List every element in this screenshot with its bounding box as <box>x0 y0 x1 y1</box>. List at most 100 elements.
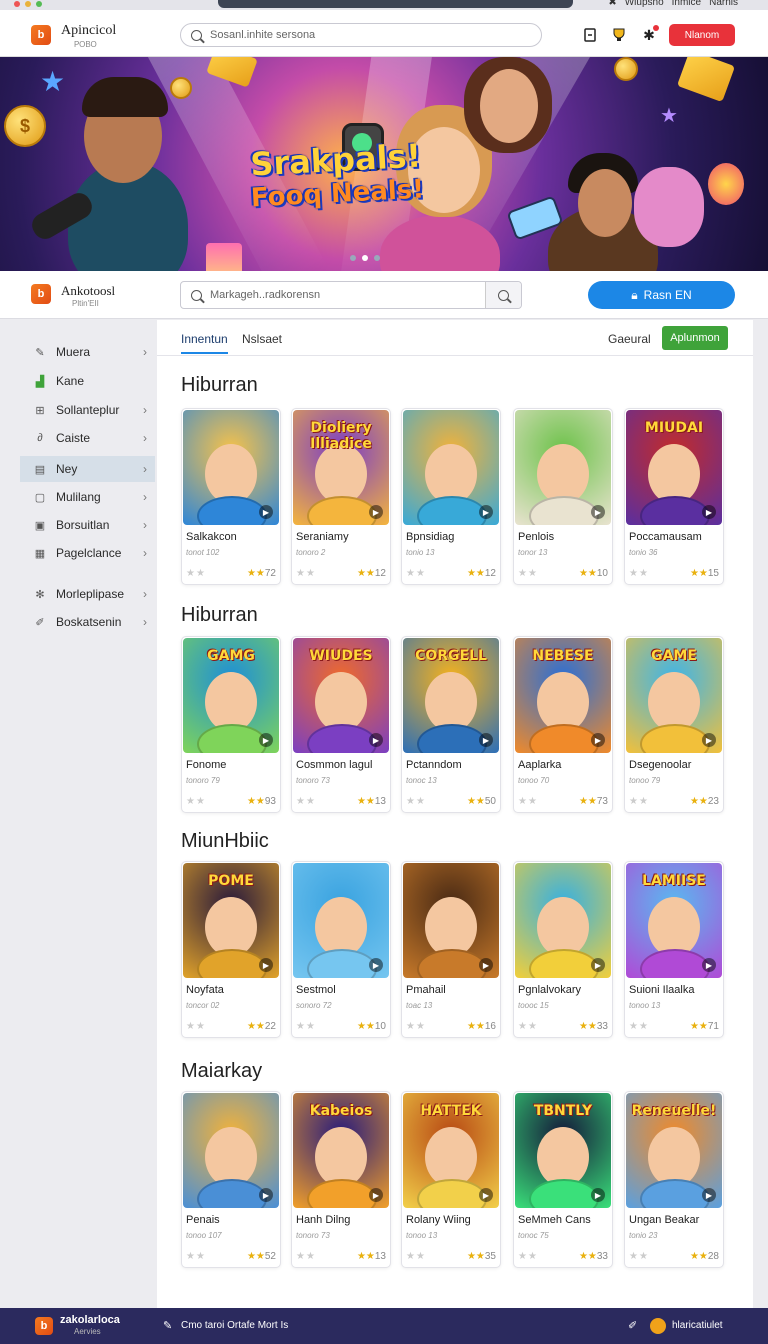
address-bar[interactable] <box>218 0 573 8</box>
tab-nslsaet[interactable]: Nslsaet <box>242 332 282 346</box>
game-thumbnail[interactable]: ▶ <box>515 410 611 525</box>
sidebar-item-pagelclance[interactable]: ▦ Pagelclance › <box>20 540 155 566</box>
play-icon[interactable]: ▶ <box>479 733 493 747</box>
brand-logo-icon[interactable]: b <box>35 1317 53 1335</box>
game-card[interactable]: WIUDES ▶ Cosmmon lagul tonoro 73 ★★ ★★13 <box>291 636 391 813</box>
search-button[interactable] <box>485 282 521 308</box>
general-filter[interactable]: Gaeural <box>608 332 651 346</box>
play-icon[interactable]: ▶ <box>479 1188 493 1202</box>
game-thumbnail[interactable]: NEBESE ▶ <box>515 638 611 753</box>
game-thumbnail[interactable]: ▶ <box>183 1093 279 1208</box>
footer-link[interactable]: Cmo taroi Ortafe Mort Is <box>181 1320 288 1331</box>
play-icon[interactable]: ▶ <box>369 1188 383 1202</box>
game-card[interactable]: CORGELL ▶ Pctanndom tonoc 13 ★★ ★★50 <box>401 636 501 813</box>
tray-close-icon[interactable]: ✖ <box>608 0 616 8</box>
brand-logo-icon[interactable]: b <box>31 25 51 45</box>
game-card[interactable]: Dioliery Illiadice ▶ Seraniamy tonoro 2 ★★ ★★… <box>291 408 391 585</box>
game-thumbnail[interactable]: Dioliery Illiadice ▶ <box>293 410 389 525</box>
game-card[interactable]: POME ▶ Noyfata toncor 02 ★★ ★★22 <box>181 861 281 1038</box>
play-icon[interactable]: ▶ <box>369 958 383 972</box>
sidebar-item-borsuitlan[interactable]: ▣ Borsuitlan › <box>20 512 155 538</box>
play-icon[interactable]: ▶ <box>591 958 605 972</box>
game-card[interactable]: MIUDAI ▶ Poccamausam tonio 36 ★★ ★★15 <box>624 408 724 585</box>
game-card[interactable]: NEBESE ▶ Aaplarka tonoo 70 ★★ ★★73 <box>513 636 613 813</box>
play-icon[interactable]: ▶ <box>702 958 716 972</box>
game-card[interactable]: ▶ Pgnlalvokary toooc 15 ★★ ★★33 <box>513 861 613 1038</box>
game-thumbnail[interactable]: GAMG ▶ <box>183 638 279 753</box>
play-icon[interactable]: ▶ <box>591 733 605 747</box>
game-thumbnail[interactable]: POME ▶ <box>183 863 279 978</box>
hero-banner[interactable]: $ ★ ★ Srakpals! Fooq Neals! <box>0 57 768 271</box>
game-thumbnail[interactable]: WIUDES ▶ <box>293 638 389 753</box>
sidebar-item-caiste[interactable]: ∂ Caiste › <box>20 425 155 451</box>
play-icon[interactable]: ▶ <box>591 505 605 519</box>
carousel-dots[interactable] <box>350 255 380 261</box>
game-card[interactable]: TBNTLY ▶ SeMmeh Cans tonoc 75 ★★ ★★33 <box>513 1091 613 1268</box>
game-thumbnail[interactable]: LAMIISE ▶ <box>626 863 722 978</box>
tray-item[interactable]: Narnis <box>709 0 738 8</box>
play-icon[interactable]: ▶ <box>591 1188 605 1202</box>
carousel-dot[interactable] <box>362 255 368 261</box>
game-thumbnail[interactable]: CORGELL ▶ <box>403 638 499 753</box>
tray-item[interactable]: Inmice <box>672 0 701 8</box>
tray-item[interactable]: Wiupsno <box>625 0 664 8</box>
sidebar-item-kane[interactable]: ▟ Kane <box>20 368 155 394</box>
game-thumbnail[interactable]: ▶ <box>515 863 611 978</box>
play-icon[interactable]: ▶ <box>369 733 383 747</box>
header-action-button[interactable]: Nlanom <box>669 24 735 46</box>
search-input[interactable]: Markageh..radkorensn <box>180 281 522 309</box>
play-icon[interactable]: ▶ <box>479 505 493 519</box>
edit-icon[interactable]: ✐ <box>628 1319 637 1332</box>
sidebar-item-mulilang[interactable]: ▢ Mulilang › <box>20 484 155 510</box>
game-card[interactable]: ▶ Sestmol sonoro 72 ★★ ★★10 <box>291 861 391 1038</box>
sidebar-item-boskatsenin[interactable]: ✐ Boskatsenin › <box>20 609 155 635</box>
game-card[interactable]: GAME ▶ Dsegenoolar tonoo 79 ★★ ★★23 <box>624 636 724 813</box>
game-card[interactable]: ▶ Penais tonoo 107 ★★ ★★52 <box>181 1091 281 1268</box>
game-card[interactable]: ▶ Pmahail toac 13 ★★ ★★16 <box>401 861 501 1038</box>
trophy-icon[interactable] <box>611 27 627 43</box>
chat-icon[interactable]: ✎ <box>163 1319 172 1332</box>
primary-action-button[interactable]: 🔒︎ Rasn EN <box>588 281 735 309</box>
game-card[interactable]: Reneuelle! ▶ Ungan Beakar tonio 23 ★★ ★★28 <box>624 1091 724 1268</box>
user-avatar[interactable] <box>650 1318 666 1334</box>
sidebar-item-ney[interactable]: ▤ Ney › <box>20 456 155 482</box>
game-thumbnail[interactable]: Kabeios ▶ <box>293 1093 389 1208</box>
game-thumbnail[interactable]: HATTEK ▶ <box>403 1093 499 1208</box>
game-thumbnail[interactable]: MIUDAI ▶ <box>626 410 722 525</box>
carousel-dot[interactable] <box>350 255 356 261</box>
tab-innentun[interactable]: Innentun <box>181 332 228 354</box>
play-icon[interactable]: ▶ <box>702 505 716 519</box>
play-icon[interactable]: ▶ <box>259 733 273 747</box>
game-card[interactable]: Kabeios ▶ Hanh Dilng tonoro 73 ★★ ★★13 <box>291 1091 391 1268</box>
game-thumbnail[interactable]: ▶ <box>403 410 499 525</box>
game-thumbnail[interactable]: ▶ <box>293 863 389 978</box>
game-card[interactable]: ▶ Penlois tonor 13 ★★ ★★10 <box>513 408 613 585</box>
game-thumbnail[interactable]: GAME ▶ <box>626 638 722 753</box>
game-card[interactable]: LAMIISE ▶ Suioni Ilaalka tonoo 13 ★★ ★★71 <box>624 861 724 1038</box>
search-input[interactable]: Sosanl.inhite sersona <box>180 23 542 47</box>
play-icon[interactable]: ▶ <box>259 1188 273 1202</box>
play-icon[interactable]: ▶ <box>259 505 273 519</box>
footer-user-link[interactable]: hlaricatiulet <box>672 1320 723 1331</box>
game-thumbnail[interactable]: ▶ <box>183 410 279 525</box>
game-thumbnail[interactable]: TBNTLY ▶ <box>515 1093 611 1208</box>
window-controls[interactable] <box>14 1 42 7</box>
play-icon[interactable]: ▶ <box>479 958 493 972</box>
game-thumbnail[interactable]: Reneuelle! ▶ <box>626 1093 722 1208</box>
play-icon[interactable]: ▶ <box>702 733 716 747</box>
sidebar-item-sollanteplur[interactable]: ⊞ Sollanteplur › <box>20 397 155 423</box>
apply-button[interactable]: Aplunmon <box>662 326 728 350</box>
game-card[interactable]: ▶ Bpnsidiag tonio 13 ★★ ★★12 <box>401 408 501 585</box>
play-icon[interactable]: ▶ <box>369 505 383 519</box>
game-thumbnail[interactable]: ▶ <box>403 863 499 978</box>
game-card[interactable]: ▶ Salkakcon tonot 102 ★★ ★★72 <box>181 408 281 585</box>
play-icon[interactable]: ▶ <box>702 1188 716 1202</box>
sidebar-item-muera[interactable]: ✎ Muera › <box>20 339 155 365</box>
notes-icon[interactable] <box>582 27 598 43</box>
brand-logo-icon[interactable]: b <box>31 284 51 304</box>
game-card[interactable]: HATTEK ▶ Rolany Wiing tonoo 13 ★★ ★★35 <box>401 1091 501 1268</box>
play-icon[interactable]: ▶ <box>259 958 273 972</box>
sidebar-item-morleplipase[interactable]: ✻ Morleplipase › <box>20 581 155 607</box>
game-card[interactable]: GAMG ▶ Fonome tonoro 79 ★★ ★★93 <box>181 636 281 813</box>
carousel-dot[interactable] <box>374 255 380 261</box>
